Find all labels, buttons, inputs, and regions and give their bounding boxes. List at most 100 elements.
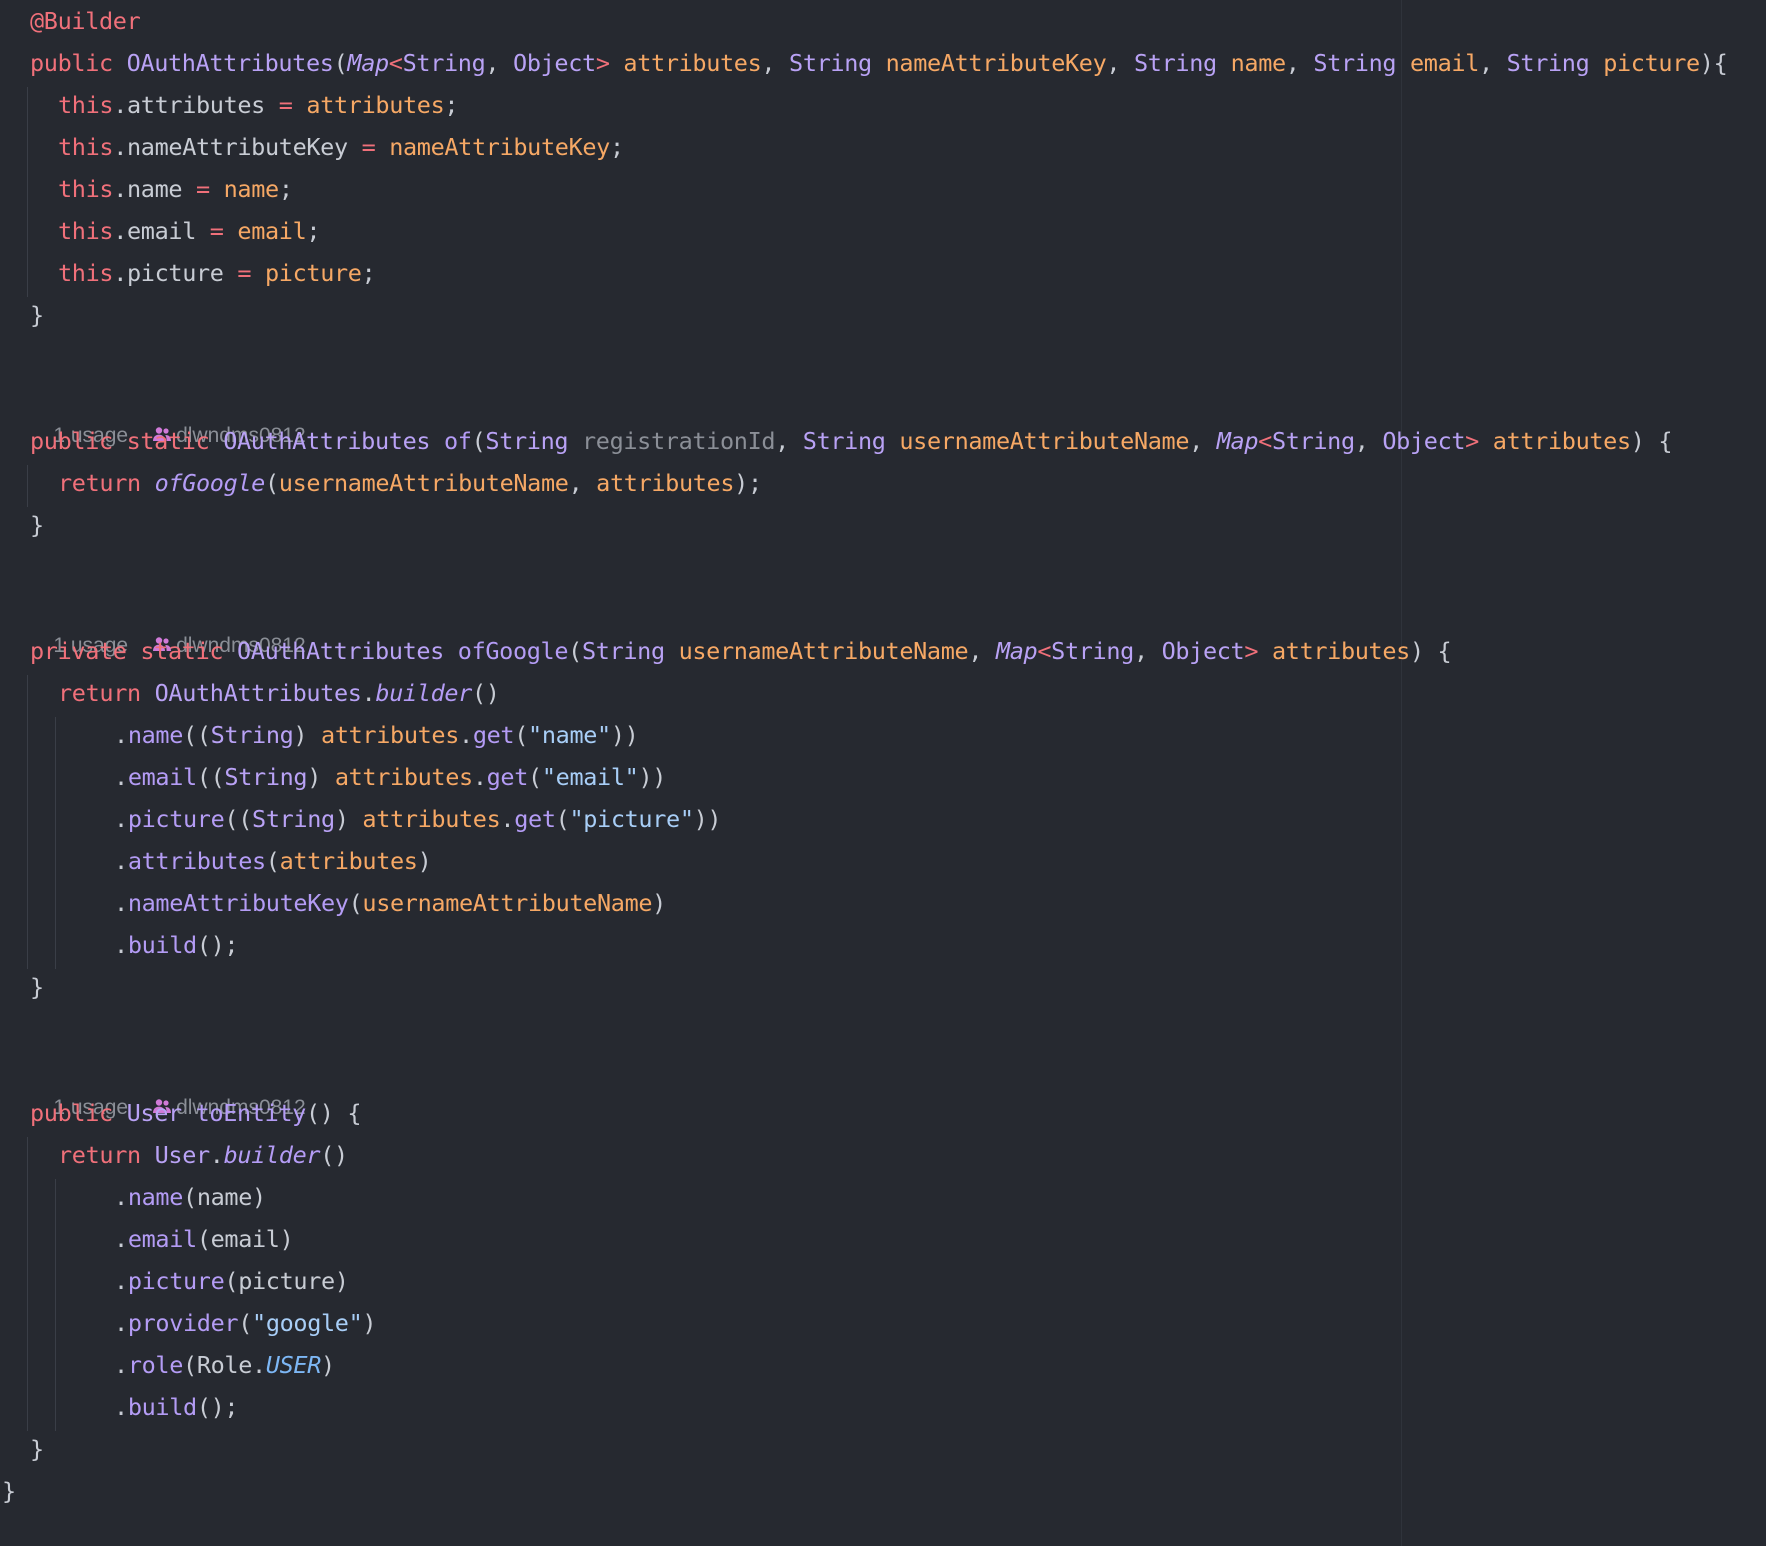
code-token: = (237, 259, 265, 287)
code-token: (email) (196, 1225, 294, 1253)
code-token: Map (1216, 427, 1259, 455)
code-line[interactable]: .picture((String) attributes.get("pictur… (114, 798, 722, 840)
code-line[interactable]: .name((String) attributes.get("name")) (114, 714, 639, 756)
code-token: String (210, 721, 294, 749)
code-line[interactable]: return OAuthAttributes.builder() (58, 672, 500, 714)
code-line[interactable]: @Builder (30, 0, 141, 42)
code-line[interactable]: .email(email) (114, 1218, 294, 1260)
code-line[interactable]: .nameAttributeKey(usernameAttributeName) (114, 882, 666, 924)
code-token: get (486, 763, 529, 791)
code-token: attributes (334, 763, 473, 791)
code-token: usernameAttributeName (278, 469, 569, 497)
code-token: this (58, 91, 114, 119)
code-token: get (472, 721, 515, 749)
code-token: ; (306, 217, 321, 245)
code-line[interactable]: public static OAuthAttributes of(String … (30, 420, 1673, 462)
code-token: picture (1603, 49, 1700, 77)
code-token: role (127, 1351, 184, 1379)
code-line[interactable]: } (30, 1428, 44, 1470)
code-token: public (30, 49, 127, 77)
code-token: , (1189, 427, 1217, 455)
code-token: , (1285, 49, 1314, 77)
code-token: . (361, 679, 376, 707)
code-line[interactable]: this.picture = picture; (58, 252, 376, 294)
code-token: ) (307, 763, 335, 791)
code-token: . (114, 1351, 128, 1379)
code-token: ; (609, 133, 624, 161)
code-token: OAuthAttributes (154, 679, 362, 707)
code-token: ; (361, 259, 376, 287)
code-token: . (114, 1393, 128, 1421)
code-line[interactable]: this.attributes = attributes; (58, 84, 459, 126)
code-token: > (1244, 637, 1272, 665)
code-token: .attributes (113, 91, 279, 119)
code-line[interactable]: this.name = name; (58, 168, 293, 210)
code-token: String (402, 49, 486, 77)
code-line[interactable]: .email((String) attributes.get("email")) (114, 756, 666, 798)
code-token: String (1134, 49, 1231, 77)
code-token: ) { (1630, 427, 1673, 455)
code-token: attributes (321, 721, 460, 749)
code-token: this (58, 133, 114, 161)
code-line[interactable]: .name(name) (114, 1176, 266, 1218)
code-token: < (1258, 427, 1272, 455)
code-line[interactable]: public User toEntity() { (30, 1092, 362, 1134)
code-token: OAuthAttributes (223, 427, 444, 455)
code-line[interactable]: .build(); (114, 924, 239, 966)
code-editor[interactable]: 1 usage dlwndms0812 1 usage dlwndms0812 1 … (0, 0, 1766, 1546)
code-token: USER (265, 1351, 322, 1379)
code-token: .picture (113, 259, 238, 287)
code-token: nameAttributeKey (127, 889, 349, 917)
code-token: String (789, 49, 886, 77)
code-line[interactable]: private static OAuthAttributes ofGoogle(… (30, 630, 1452, 672)
usage-hint[interactable]: 1 usage dlwndms0812 (30, 1054, 305, 1119)
code-line[interactable]: } (30, 966, 44, 1008)
code-token: > (1465, 427, 1493, 455)
code-token: name (127, 721, 184, 749)
code-token: ) (293, 721, 322, 749)
code-token: , (568, 469, 597, 497)
code-token: String (1271, 427, 1355, 455)
usage-hint[interactable]: 1 usage dlwndms0812 (30, 592, 305, 657)
code-token: builder (375, 679, 472, 707)
code-token: . (209, 1141, 224, 1169)
code-token: public static (30, 427, 224, 455)
code-token: ) (321, 1351, 335, 1379)
code-token: OAuthAttributes (236, 637, 458, 665)
code-line[interactable]: this.nameAttributeKey = nameAttributeKey… (58, 126, 624, 168)
code-line[interactable]: } (30, 504, 44, 546)
code-token: , (1106, 49, 1134, 77)
code-token: User (154, 1141, 211, 1169)
usage-hint[interactable]: 1 usage dlwndms0812 (30, 382, 305, 447)
code-token: . (114, 805, 128, 833)
code-line[interactable]: .role(Role.USER) (114, 1344, 335, 1386)
code-token: > (595, 49, 624, 77)
code-token: this (58, 175, 114, 203)
code-token: attributes (279, 847, 418, 875)
code-line[interactable]: } (30, 294, 44, 336)
code-token: (( (196, 763, 225, 791)
indent-guide (55, 717, 56, 969)
code-line[interactable]: return ofGoogle(usernameAttributeName, a… (58, 462, 762, 504)
code-token: attributes (623, 49, 762, 77)
code-token: name (1230, 49, 1287, 77)
code-token: (); (196, 931, 239, 959)
code-token: String (224, 763, 308, 791)
code-line[interactable]: return User.builder() (58, 1134, 348, 1176)
code-token: ( (238, 1309, 253, 1337)
code-token: , (1479, 49, 1507, 77)
code-line[interactable]: public OAuthAttributes(Map<String, Objec… (30, 42, 1728, 84)
code-line[interactable]: } (2, 1470, 16, 1512)
code-line[interactable]: .picture(picture) (114, 1260, 349, 1302)
code-token: . (500, 805, 515, 833)
code-token: String (581, 637, 679, 665)
code-line[interactable]: this.email = email; (58, 210, 321, 252)
code-token: ( (264, 469, 279, 497)
code-line[interactable]: .build(); (114, 1386, 239, 1428)
code-line[interactable]: .provider("google") (114, 1302, 377, 1344)
code-token: . (114, 1267, 128, 1295)
code-token: return (58, 469, 155, 497)
code-token: String (485, 427, 582, 455)
code-line[interactable]: .attributes(attributes) (114, 840, 432, 882)
code-token: ( (348, 889, 363, 917)
